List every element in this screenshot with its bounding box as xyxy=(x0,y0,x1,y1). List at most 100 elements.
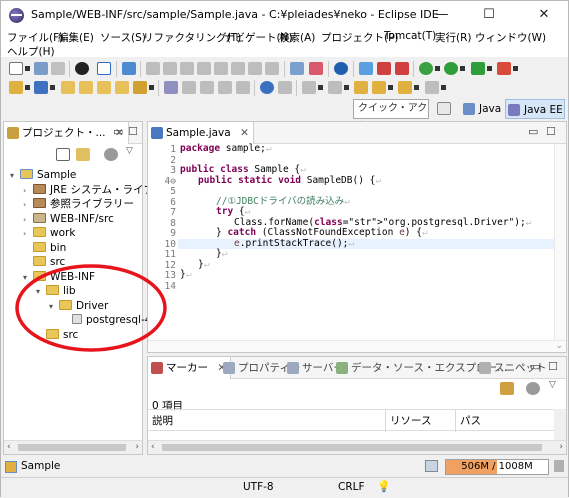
collapse-all-icon[interactable] xyxy=(56,148,70,161)
code-line[interactable]: }↵ xyxy=(178,248,554,260)
tree-item[interactable]: › work xyxy=(23,226,75,241)
menu-tomcat[interactable]: Tomcat(T) xyxy=(384,30,436,42)
maximize-view-icon[interactable]: ☐ xyxy=(548,360,558,373)
trash-icon[interactable] xyxy=(554,460,564,472)
new-java-project-icon[interactable] xyxy=(9,81,23,94)
vertical-scrollbar[interactable] xyxy=(554,144,566,340)
menu-source[interactable]: ソース(S) xyxy=(100,30,146,45)
menu-file[interactable]: ファイル(F) xyxy=(7,30,63,45)
minimize-view-icon[interactable]: ▭ xyxy=(528,125,538,138)
tree-item[interactable]: › 参照ライブラリー xyxy=(23,197,134,212)
tree-item[interactable]: ▾ WEB-INF xyxy=(23,270,95,285)
dropdown-arrow-icon[interactable] xyxy=(414,85,419,90)
collapsed-twisty-icon[interactable]: › xyxy=(23,212,33,227)
dropdown-arrow-icon[interactable] xyxy=(513,66,518,71)
save-icon[interactable] xyxy=(34,62,48,75)
new-server-icon[interactable] xyxy=(34,81,48,94)
code-line[interactable]: }↵ xyxy=(178,269,554,281)
maximize-button[interactable]: ☐ xyxy=(466,1,512,29)
tree-item[interactable]: bin xyxy=(23,241,66,256)
scroll-right-icon[interactable]: › xyxy=(135,442,139,452)
open-task-icon[interactable] xyxy=(115,81,129,94)
view-menu-icon[interactable]: ▽ xyxy=(549,380,556,390)
tree-item[interactable]: ▾ lib xyxy=(36,284,76,299)
gear-icon[interactable] xyxy=(334,62,348,75)
dropdown-arrow-icon[interactable] xyxy=(344,85,349,90)
scroll-right-icon[interactable]: › xyxy=(559,442,563,452)
run-icon[interactable] xyxy=(444,62,458,75)
save-all-icon[interactable] xyxy=(51,62,65,75)
collapsed-twisty-icon[interactable]: › xyxy=(23,197,33,212)
toggle-mark-occurrences-icon[interactable] xyxy=(164,81,178,94)
server-icon[interactable] xyxy=(359,62,373,75)
dropdown-arrow-icon[interactable] xyxy=(149,85,154,90)
menu-search[interactable]: 検索(A) xyxy=(279,30,315,45)
maximize-view-icon[interactable]: ☐ xyxy=(128,125,138,138)
account-icon[interactable] xyxy=(75,62,89,75)
dropdown-arrow-icon[interactable] xyxy=(318,85,323,90)
tree-item[interactable]: ▾ Driver xyxy=(49,299,108,314)
globe-icon[interactable] xyxy=(260,81,274,94)
column-resource[interactable]: リソース xyxy=(386,410,456,432)
scroll-thumb[interactable] xyxy=(18,444,126,451)
focus-icon[interactable] xyxy=(104,148,118,161)
debug-icon[interactable] xyxy=(419,62,433,75)
menu-run[interactable]: 実行(R) xyxy=(435,30,472,45)
last-edit-icon[interactable] xyxy=(354,81,368,94)
focus-icon[interactable] xyxy=(526,382,540,395)
perspective-java[interactable]: Java xyxy=(461,99,501,119)
menu-window[interactable]: ウィンドウ(W) xyxy=(475,30,546,45)
dropdown-arrow-icon[interactable] xyxy=(487,66,492,71)
code-line[interactable]: public static void SampleDB() {↵ xyxy=(178,175,554,187)
dropdown-arrow-icon[interactable] xyxy=(460,66,465,71)
tree-item[interactable]: src xyxy=(23,255,65,270)
minimize-view-icon[interactable]: ▭ xyxy=(530,360,540,373)
scroll-thumb[interactable] xyxy=(162,444,542,451)
quick-access-input[interactable]: クイック・アクセス xyxy=(353,99,429,132)
scroll-down-icon[interactable]: ⌄ xyxy=(555,341,563,351)
close-button[interactable]: ✕ xyxy=(521,1,567,29)
dropdown-arrow-icon[interactable] xyxy=(25,66,30,71)
expanded-twisty-icon[interactable]: ▾ xyxy=(10,168,20,183)
dropdown-arrow-icon[interactable] xyxy=(25,85,30,90)
expanded-twisty-icon[interactable]: ▾ xyxy=(23,270,33,285)
code-area[interactable]: package sample;↵ public class Sample {↵ pu… xyxy=(178,143,554,340)
code-line[interactable] xyxy=(178,281,554,292)
column-path[interactable]: パス xyxy=(456,410,556,432)
markers-horizontal-scrollbar[interactable]: ‹ › xyxy=(148,440,566,454)
dropdown-arrow-icon[interactable] xyxy=(441,85,446,90)
previous-annotation-icon[interactable] xyxy=(328,81,342,94)
maximize-view-icon[interactable]: ☐ xyxy=(546,125,556,138)
forward-icon[interactable] xyxy=(398,81,412,94)
column-description[interactable]: 説明 xyxy=(148,410,386,432)
tab-project-explorer[interactable]: プロジェクト・... ✕ xyxy=(4,122,129,144)
view-menu-icon[interactable]: ▽ xyxy=(126,146,133,156)
new-icon[interactable] xyxy=(9,62,23,75)
show-whitespace-icon[interactable] xyxy=(218,81,232,94)
use-step-filters-icon[interactable] xyxy=(290,62,304,75)
word-wrap-icon[interactable] xyxy=(200,81,214,94)
tab-sample-java[interactable]: Sample.java ✕ xyxy=(148,122,254,144)
lightbulb-icon[interactable]: 💡 xyxy=(377,480,391,493)
next-annotation-icon[interactable] xyxy=(302,81,316,94)
paragraph-icon[interactable] xyxy=(236,81,250,94)
tree-item[interactable]: ▾ Sample xyxy=(10,168,76,183)
skip-breakpoints-icon[interactable] xyxy=(122,62,136,75)
gc-icon[interactable] xyxy=(425,460,438,472)
tree-item[interactable]: postgresql-42 xyxy=(62,313,158,328)
minimize-button[interactable]: — xyxy=(419,1,465,29)
pin-icon[interactable] xyxy=(278,81,292,94)
collapsed-twisty-icon[interactable]: › xyxy=(23,183,33,198)
scroll-left-icon[interactable]: ‹ xyxy=(151,442,155,452)
coverage-icon[interactable] xyxy=(471,62,485,75)
expanded-twisty-icon[interactable]: ▾ xyxy=(49,299,59,314)
new-package-icon[interactable] xyxy=(61,81,75,94)
open-type-icon[interactable] xyxy=(97,81,111,94)
editor-horizontal-scrollbar[interactable]: ⌄ xyxy=(148,340,566,352)
forward-history-icon[interactable] xyxy=(425,81,439,94)
tree-item[interactable]: › WEB-INF/src xyxy=(23,212,114,227)
link-with-editor-icon[interactable] xyxy=(76,148,90,161)
status-encoding[interactable]: UTF-8 xyxy=(243,481,274,493)
code-line[interactable]: e.printStackTrace();↵ xyxy=(178,238,554,250)
tomcat-stop-icon[interactable] xyxy=(395,62,409,75)
